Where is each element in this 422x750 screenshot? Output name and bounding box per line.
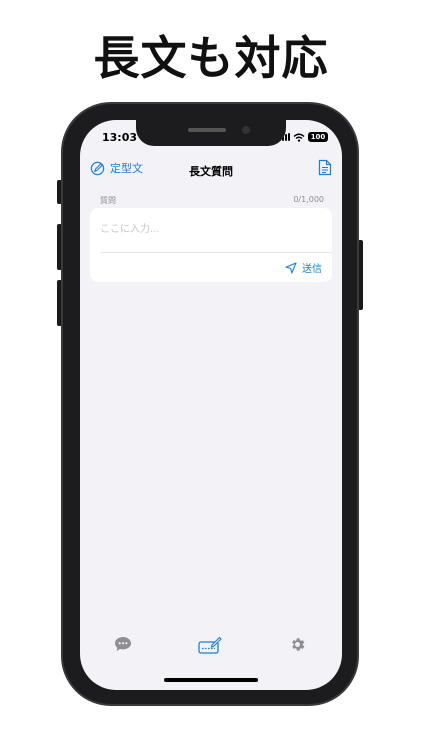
send-label: 送信 bbox=[302, 264, 322, 275]
tab-bar bbox=[80, 632, 342, 664]
home-indicator bbox=[164, 678, 258, 682]
send-button[interactable]: 送信 bbox=[285, 260, 322, 275]
tab-compose[interactable] bbox=[198, 636, 222, 658]
character-counter: 0/1,000 bbox=[293, 195, 324, 204]
compose-keyboard-icon bbox=[198, 636, 222, 654]
question-card: 送信 bbox=[90, 208, 332, 282]
phone-notch bbox=[136, 120, 286, 146]
tab-settings[interactable] bbox=[289, 636, 306, 657]
card-divider bbox=[100, 252, 332, 253]
phone-frame: 13:03 100 定型文 長文質問 質問 0/1,000 ここに入力... 送… bbox=[61, 102, 359, 706]
gear-icon bbox=[292, 638, 305, 651]
phone-screen: 13:03 100 定型文 長文質問 質問 0/1,000 ここに入力... 送… bbox=[80, 120, 342, 690]
wifi-icon bbox=[293, 133, 305, 142]
front-camera bbox=[242, 126, 250, 134]
status-time: 13:03 bbox=[102, 131, 138, 144]
tab-chat[interactable] bbox=[114, 636, 132, 656]
document-icon bbox=[318, 159, 332, 176]
promo-headline: 長文も対応 bbox=[93, 31, 329, 85]
battery-icon: 100 bbox=[308, 132, 328, 142]
question-label: 質問 bbox=[100, 196, 116, 205]
chat-bubble-icon bbox=[115, 637, 131, 651]
question-input[interactable] bbox=[100, 216, 322, 242]
document-button[interactable] bbox=[318, 159, 332, 180]
speaker-grille bbox=[188, 128, 226, 132]
send-icon bbox=[285, 261, 297, 274]
page-title: 長文質問 bbox=[189, 165, 233, 178]
status-icons: 100 bbox=[279, 132, 328, 142]
navigation-bar: 定型文 長文質問 bbox=[80, 158, 342, 182]
